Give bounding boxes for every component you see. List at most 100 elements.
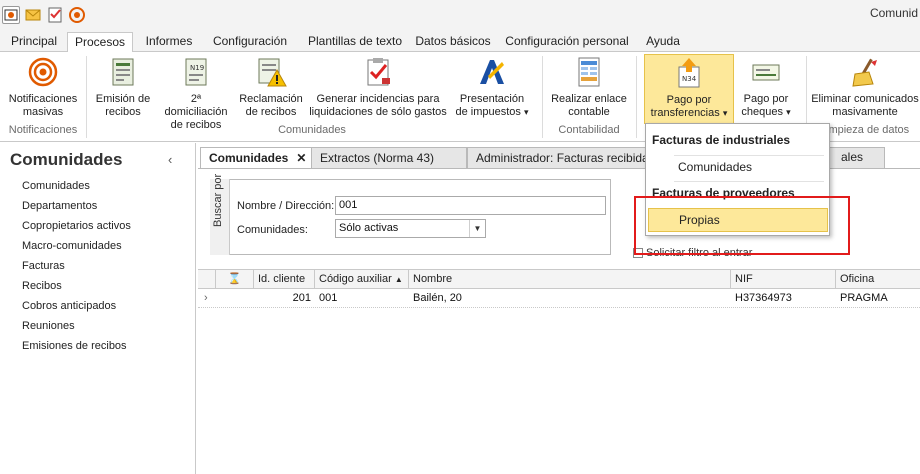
group-limpieza-datos: impieza de datos	[826, 124, 910, 136]
spreadsheet-icon	[573, 56, 605, 88]
nav-panel-title: Comunidades	[10, 150, 123, 169]
n34-text: N34	[682, 75, 697, 83]
doc-tab-comunidades[interactable]: Comunidades ✕	[200, 147, 312, 169]
emision-label-2: recibos	[105, 106, 141, 118]
row-pointer-icon: ›	[204, 292, 208, 304]
doc-tab-partial-label: ales	[841, 150, 864, 164]
mail-icon[interactable]	[24, 6, 42, 24]
tab-ayuda[interactable]: Ayuda	[640, 32, 686, 53]
tab-informes[interactable]: Informes	[138, 32, 200, 53]
row-indicator-header	[198, 270, 216, 289]
tab-principal[interactable]: Principal	[4, 32, 64, 53]
ribbon-separator	[86, 56, 87, 138]
app-menu-icon[interactable]	[2, 6, 20, 24]
menu-separator	[674, 155, 824, 156]
nav-item-facturas[interactable]: Facturas	[22, 260, 65, 272]
tab-configuracion-personal[interactable]: Configuración personal	[500, 32, 634, 53]
incidencias-label-2: liquidaciones de sólo gastos	[309, 106, 447, 118]
broom-icon	[849, 56, 881, 88]
tab-plantillas[interactable]: Plantillas de texto	[300, 32, 410, 53]
broadcast-icon[interactable]	[68, 6, 86, 24]
eliminar-comunicados-button[interactable]: Eliminar comunicados masivamente	[810, 56, 920, 119]
nav-item-departamentos[interactable]: Departamentos	[22, 200, 97, 212]
search-group-caption: Buscar por	[210, 174, 230, 255]
checklist-icon[interactable]	[46, 6, 64, 24]
menu-header-industriales: Facturas de industriales	[652, 133, 791, 147]
n19-document-icon: N19	[180, 56, 212, 88]
ribbon-separator	[542, 56, 543, 138]
tab-procesos[interactable]: Procesos	[67, 32, 133, 53]
grid-header: ⌛ Id. cliente Código auxiliar ▲ Nombre N…	[198, 269, 920, 289]
doc-tab-extractos[interactable]: Extractos (Norma 43)	[311, 147, 467, 169]
eliminar-label-2: masivamente	[832, 106, 898, 118]
transferencias-label-2: transferencias	[650, 107, 720, 119]
col-nif[interactable]: NIF	[731, 270, 836, 289]
col-nombre[interactable]: Nombre	[409, 270, 731, 289]
impuestos-caret-icon: ▾	[523, 107, 529, 117]
presentacion-impuestos-button[interactable]: Presentación de impuestos ▾	[452, 56, 532, 119]
nav-item-recibos[interactable]: Recibos	[22, 280, 62, 292]
menu-separator	[674, 181, 824, 182]
nav-item-comunidades[interactable]: Comunidades	[22, 180, 90, 192]
ribbon-separator	[636, 56, 637, 138]
annotation-highlight-box	[634, 196, 850, 255]
notif-label-2: masivas	[22, 106, 64, 118]
cheques-label-2: cheques	[741, 106, 783, 118]
collapse-panel-icon[interactable]: ‹	[168, 152, 172, 167]
navigation-panel: Comunidades ‹ Comunidades Departamentos …	[0, 143, 196, 474]
pago-cheques-button[interactable]: Pago por cheques ▾	[738, 56, 794, 119]
menu-item-comunidades[interactable]: Comunidades	[678, 160, 752, 174]
col-id-cliente[interactable]: Id. cliente	[254, 270, 315, 289]
cheques-caret-icon: ▾	[786, 107, 791, 117]
cheques-label-1: Pago por	[743, 93, 789, 105]
emision-recibos-button[interactable]: Emisión de recibos	[92, 56, 154, 119]
window-title: Comunid	[869, 6, 918, 20]
domiciliacion-label-1: 2ª domiciliación	[164, 93, 228, 118]
name-address-label: Nombre / Dirección:	[237, 200, 335, 212]
transferencias-label-1: Pago por	[666, 94, 712, 106]
sort-ascending-icon: ▲	[394, 275, 403, 284]
emision-label-1: Emisión de	[95, 93, 151, 105]
quick-access-toolbar	[2, 6, 86, 24]
nav-item-reuniones[interactable]: Reuniones	[22, 320, 75, 332]
name-address-input[interactable]: 001	[335, 196, 606, 215]
tab-configuracion[interactable]: Configuración	[206, 32, 294, 53]
cell-nombre[interactable]: Bailén, 20	[409, 289, 731, 307]
nav-item-cobros-anticipados[interactable]: Cobros anticipados	[22, 300, 116, 312]
pago-transferencias-button[interactable]: N34 Pago por transferencias ▾	[644, 54, 734, 124]
communities-filter-label: Comunidades:	[237, 224, 308, 236]
enlace-label-1: Realizar enlace	[551, 93, 627, 105]
tax-agency-icon	[476, 56, 508, 88]
n19-text: N19	[190, 64, 204, 72]
enlace-contable-button[interactable]: Realizar enlace contable	[548, 56, 630, 119]
tab-datos-basicos[interactable]: Datos básicos	[412, 32, 494, 53]
col-codigo-auxiliar[interactable]: Código auxiliar ▲	[315, 270, 409, 289]
doc-tab-comunidades-label: Comunidades	[209, 151, 289, 165]
cell-oficina[interactable]: PRAGMA	[836, 289, 920, 307]
impuestos-label-1: Presentación	[459, 93, 525, 105]
title-bar: Comunid	[0, 0, 920, 30]
nav-item-copropietarios[interactable]: Copropietarios activos	[22, 220, 131, 232]
cell-id-cliente[interactable]: 201	[254, 289, 315, 307]
reclamacion-recibos-button[interactable]: Reclamación de recibos	[238, 56, 304, 119]
nav-item-emisiones-recibos[interactable]: Emisiones de recibos	[22, 340, 127, 352]
cell-nif[interactable]: H37364973	[731, 289, 836, 307]
chevron-down-icon[interactable]: ▼	[469, 220, 485, 237]
cell-codigo-auxiliar[interactable]: 001	[315, 289, 409, 307]
communities-filter-select[interactable]: Sólo activas ▼	[335, 219, 486, 238]
notificaciones-masivas-button[interactable]: Notificaciones masivas	[4, 56, 82, 119]
generar-incidencias-button[interactable]: Generar incidencias para liquidaciones d…	[308, 56, 448, 119]
nav-item-macro-comunidades[interactable]: Macro-comunidades	[22, 240, 122, 252]
communities-filter-value: Sólo activas	[339, 222, 399, 234]
close-tab-icon[interactable]: ✕	[296, 151, 306, 165]
domiciliacion-recibos-button[interactable]: N19 2ª domiciliación de recibos	[158, 56, 234, 132]
table-row[interactable]: › 201 001 Bailén, 20 H37364973 PRAGMA	[198, 289, 920, 308]
impuestos-label-2: de impuestos	[455, 106, 521, 118]
receipt-icon	[107, 56, 139, 88]
transferencias-caret-icon: ▾	[722, 108, 728, 118]
eliminar-label-1: Eliminar comunicados	[811, 93, 919, 105]
search-vertical-label: Buscar por	[212, 173, 224, 227]
group-notificaciones: Notificaciones	[8, 124, 78, 136]
col-oficina[interactable]: Oficina	[836, 270, 920, 289]
group-contabilidad: Contabilidad	[558, 124, 620, 136]
